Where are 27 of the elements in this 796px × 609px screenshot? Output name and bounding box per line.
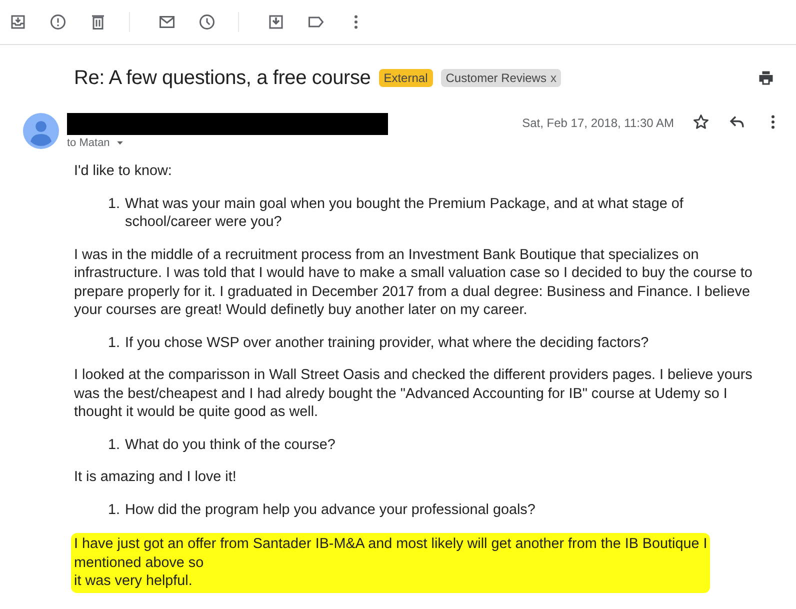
clock-icon[interactable] — [198, 13, 216, 31]
body-text: I was in the middle of a recruitment process from an Investment Bank Boutique that specializes on infrastructure. I was told that I would have to make a small valuation case so I decided to buy the course to prepare properly for it. I graduated in December 2017 from a dual degree: Business and Finance. I believe your courses are great! Would definetly buy another later on my career. — [74, 246, 752, 318]
question-text: How did the program help you advance your professional goals? — [125, 500, 536, 519]
email-date: Sat, Feb 17, 2018, 11:30 AM — [522, 116, 674, 130]
mail-icon[interactable] — [158, 13, 176, 31]
list-number: 1. — [108, 436, 122, 454]
body-text: I looked at the comparisson in Wall Street Oasis and checked the different providers pages. I believe yours was the best/cheapest and I had alredy bought the "Advanced Accounting for IB" course at Udemy so I thought it would be quite good as well. — [74, 367, 752, 420]
body-text: I'd like to know: — [74, 163, 172, 179]
move-to-icon[interactable] — [267, 13, 285, 31]
list-number: 1. — [108, 334, 122, 352]
print-icon[interactable] — [757, 69, 775, 87]
email-subject: Re: A few questions, a free course — [74, 66, 371, 90]
list-number: 1. — [108, 500, 122, 519]
question-text: What do you think of the course? — [125, 436, 336, 454]
avatar-icon — [23, 113, 59, 149]
body-text: It is amazing and I love it! — [74, 469, 236, 485]
label-tag[interactable]: Customer Reviews x — [440, 69, 562, 87]
delete-icon[interactable] — [89, 13, 107, 31]
archive-icon[interactable] — [9, 13, 27, 31]
exclamation-icon[interactable] — [49, 13, 67, 31]
label-tag[interactable]: External — [378, 69, 433, 87]
star-icon[interactable] — [692, 113, 710, 131]
question-text: What was your main goal when you bought the Premium Package, and at what stage of school/career were you? — [125, 194, 684, 232]
question-text: If you chose WSP over another training provider, what where the deciding factors? — [125, 334, 650, 352]
highlighted-text: I have just got an offer from Santader IB-M&A and most likely will get another from the IB Boutique I mentioned above so it was very helpful. — [71, 533, 710, 592]
list-number: 1. — [108, 194, 122, 214]
recipient-text: to Matan — [67, 137, 110, 149]
